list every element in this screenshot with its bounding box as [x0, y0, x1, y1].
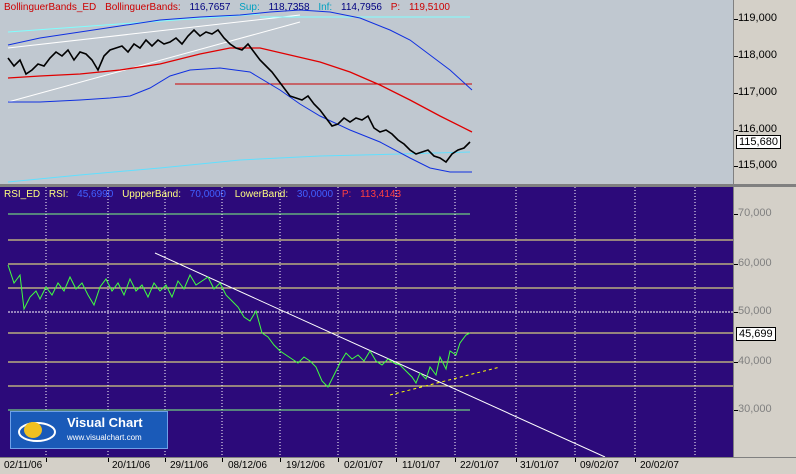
date-label: 02/11/06 [4, 460, 43, 471]
legend-indicator: RSI_ED [4, 189, 41, 200]
legend-name: RSI: [48, 189, 69, 200]
price-tick: 115,000 [738, 159, 777, 171]
date-tick [165, 458, 166, 462]
logo-title: Visual Chart [67, 415, 143, 430]
legend-p-value: 119,5100 [408, 2, 450, 13]
rsi-legend: RSI_ED RSI: 45,6990 UppperBand: 70,0000 … [4, 189, 407, 200]
rsi-tick: 40,000 [738, 355, 772, 367]
trend-line-lower [7, 21, 301, 103]
date-label: 11/01/07 [402, 460, 441, 471]
middle-bollinger-band [7, 47, 473, 133]
legend-value: 45,6990 [77, 189, 114, 200]
legend-p-label: P: [390, 2, 401, 13]
date-tick [108, 458, 109, 462]
date-tick [222, 458, 223, 462]
date-tick [516, 458, 517, 462]
date-axis[interactable]: 02/11/06 20/11/06 29/11/06 08/12/06 19/1… [0, 457, 796, 474]
legend-p-value: 113,4143 [360, 189, 402, 200]
legend-inf-label: Inf: [318, 2, 333, 13]
chart-window: BollinguerBands_ED BollinguerBands: 116,… [0, 0, 796, 474]
legend-sup-value: 118,7358 [268, 2, 310, 13]
rsi-tick: 50,000 [738, 305, 772, 317]
price-tick: 119,000 [738, 12, 777, 24]
legend-p-label: P: [341, 189, 352, 200]
date-label: 29/11/06 [170, 460, 209, 471]
logo-swoosh-icon [18, 422, 56, 442]
rsi-pane[interactable]: RSI_ED RSI: 45,6990 UppperBand: 70,0000 … [0, 187, 733, 457]
date-tick [635, 458, 636, 462]
date-tick [575, 458, 576, 462]
date-tick [46, 458, 47, 462]
date-label: 20/02/07 [640, 460, 679, 471]
rsi-tick: 30,000 [738, 403, 772, 415]
price-tick: 118,000 [738, 49, 777, 61]
price-axis[interactable]: 119,000 118,000 117,000 116,000 115,000 … [733, 0, 796, 184]
date-label: 08/12/06 [228, 460, 267, 471]
channel-line [7, 13, 261, 33]
price-tick: 116,000 [738, 123, 777, 135]
date-label: 20/11/06 [112, 460, 151, 471]
legend-name: BollinguerBands: [105, 2, 181, 13]
date-tick [338, 458, 339, 462]
current-rsi-label: 45,699 [736, 327, 776, 341]
price-legend: BollinguerBands_ED BollinguerBands: 116,… [4, 2, 456, 13]
legend-upper-value: 70,0000 [189, 189, 226, 200]
date-label: 22/01/07 [460, 460, 499, 471]
date-label: 02/01/07 [344, 460, 383, 471]
legend-sup-label: Sup: [239, 2, 260, 13]
date-tick [455, 458, 456, 462]
date-label: 31/01/07 [520, 460, 559, 471]
price-tick: 117,000 [738, 86, 777, 98]
price-chart [7, 9, 473, 183]
date-label: 19/12/06 [286, 460, 325, 471]
lower-envelope [7, 151, 471, 183]
legend-value: 116,7657 [189, 2, 231, 13]
date-tick [280, 458, 281, 462]
rsi-tick: 60,000 [738, 257, 772, 269]
date-label: 09/02/07 [580, 460, 619, 471]
rsi-series [7, 264, 471, 388]
legend-inf-value: 114,7956 [341, 2, 382, 13]
logo-url: www.visualchart.com [67, 433, 142, 442]
legend-lower-value: 30,0000 [296, 189, 334, 200]
date-tick [396, 458, 397, 462]
rsi-axis[interactable]: 70,000 60,000 50,000 40,000 30,000 45,69… [733, 187, 796, 457]
legend-upper-label: UppperBand: [122, 189, 182, 200]
visual-chart-logo: Visual Chart www.visualchart.com [10, 411, 168, 449]
current-price-label: 115,680 [736, 135, 781, 149]
legend-indicator: BollinguerBands_ED [4, 2, 97, 13]
price-pane[interactable]: BollinguerBands_ED BollinguerBands: 116,… [0, 0, 733, 184]
legend-lower-label: LowerBand: [234, 189, 289, 200]
rsi-tick: 70,000 [738, 207, 772, 219]
